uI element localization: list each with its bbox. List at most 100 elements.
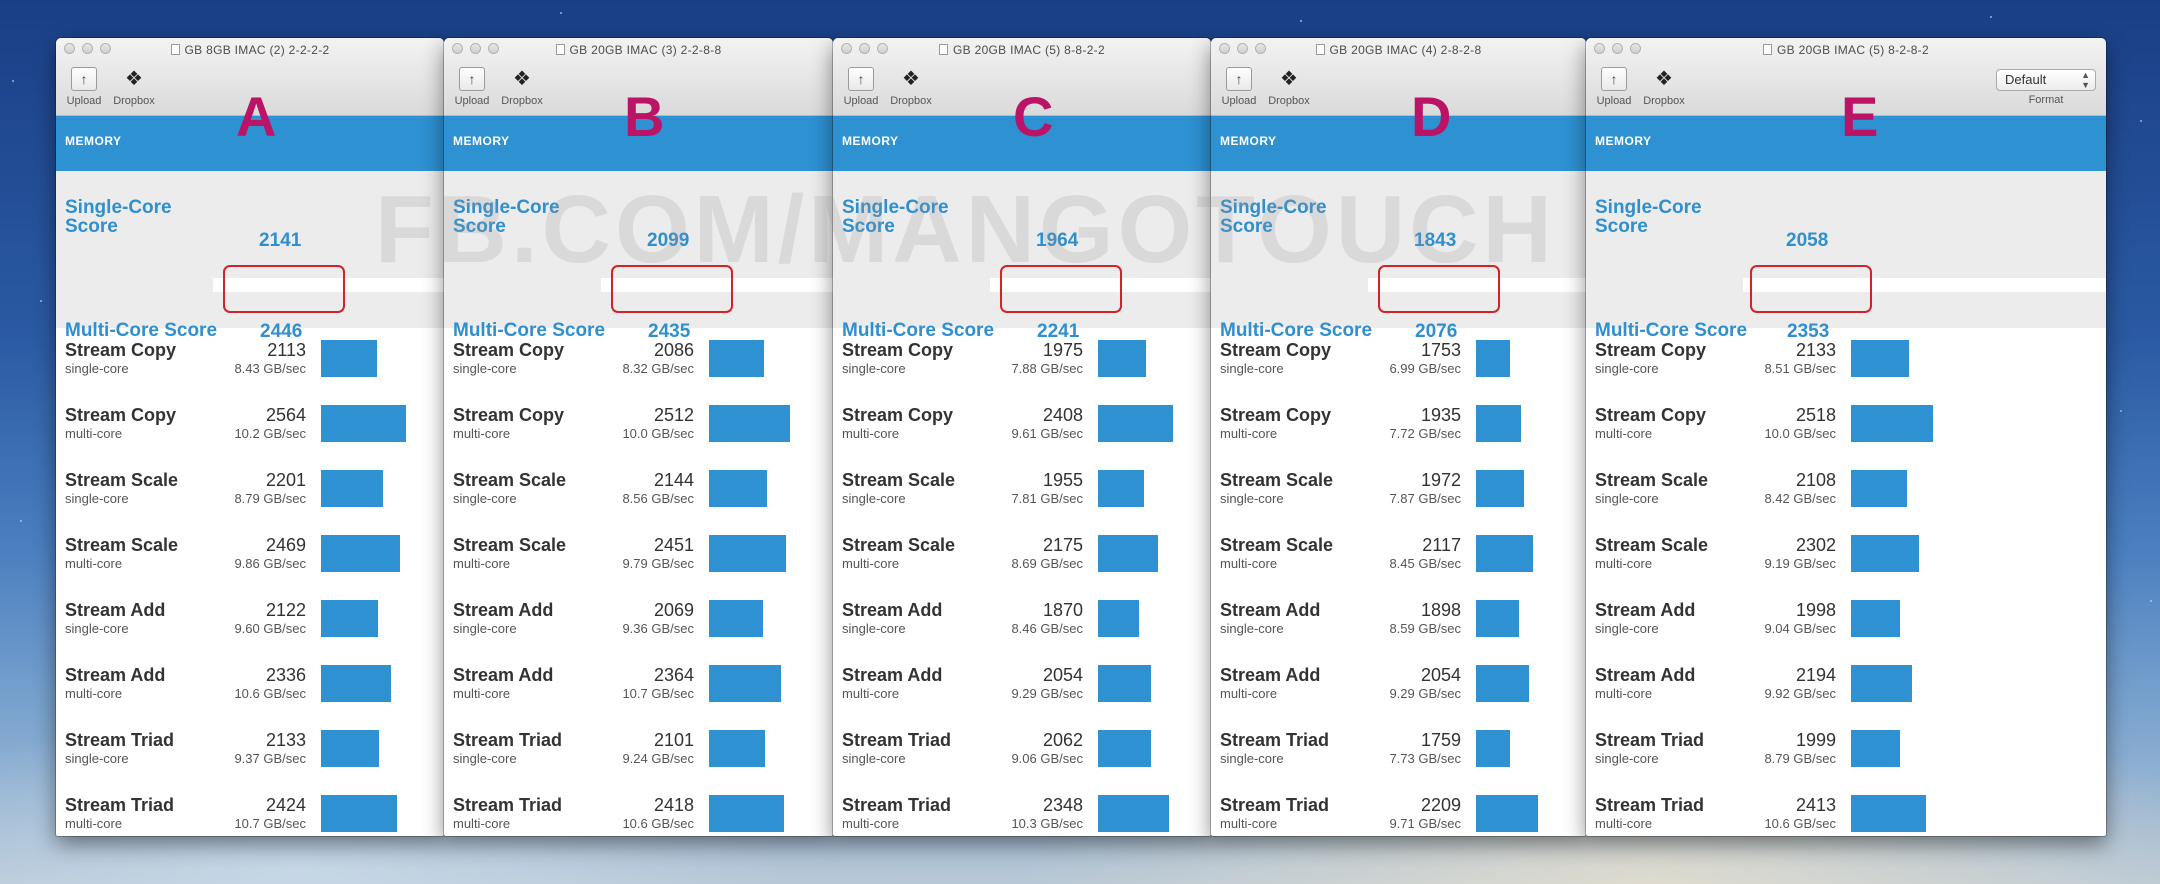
format-select[interactable]: Default ▲ ▼ [1996, 69, 2096, 91]
benchmark-bar [321, 340, 377, 377]
benchmark-row: Stream Copy single-core 2133 8.51 GB/sec [1586, 340, 2106, 400]
dropbox-button[interactable]: ❖ Dropbox [112, 66, 156, 107]
benchmark-score: 2101 [653, 730, 694, 750]
star [2150, 600, 2152, 602]
dropbox-button[interactable]: ❖ Dropbox [1267, 66, 1311, 107]
benchmark-name: Stream Copy [1220, 405, 1332, 425]
benchmark-name: Stream Scale [453, 535, 567, 555]
benchmark-bandwidth: 8.46 GB/sec [1011, 621, 1083, 636]
star [12, 80, 14, 82]
benchmark-bandwidth: 8.32 GB/sec [622, 361, 694, 376]
benchmark-window: GB 20GB IMAC (4) 2-8-2-8 ↑ Upload ❖ Dropbox M… [1211, 38, 1586, 836]
benchmark-bandwidth: 10.7 GB/sec [622, 686, 694, 701]
benchmark-bar [1851, 600, 1900, 637]
benchmark-bar [1476, 340, 1510, 377]
upload-button[interactable]: ↑ Upload [1217, 66, 1261, 107]
benchmark-score: 2062 [1042, 730, 1083, 750]
benchmark-bar [1476, 470, 1524, 507]
benchmark-name: Stream Copy [842, 405, 954, 425]
single-core-score: 1843 [1414, 230, 1457, 251]
benchmark-mode: multi-core [842, 686, 900, 701]
single-core-label: Single-Core Score [1595, 198, 1702, 236]
benchmark-score: 2086 [653, 340, 694, 360]
benchmark-bar [709, 730, 765, 767]
single-core-label: Single-Core Score [842, 198, 949, 236]
benchmark-mode: multi-core [842, 816, 900, 831]
benchmark-row: Stream Triad single-core 2101 9.24 GB/sec [444, 730, 833, 790]
upload-button[interactable]: ↑ Upload [450, 66, 494, 107]
upload-icon: ↑ [459, 67, 485, 91]
benchmark-name: Stream Triad [453, 730, 563, 750]
benchmark-bar [1098, 470, 1144, 507]
upload-label: Upload [66, 95, 102, 107]
benchmark-mode: single-core [1595, 621, 1659, 636]
benchmark-score: 2117 [1422, 535, 1461, 555]
config-letter: A [236, 85, 277, 148]
dropbox-button[interactable]: ❖ Dropbox [500, 66, 544, 107]
benchmark-name: Stream Add [1595, 665, 1696, 685]
benchmark-name: Stream Add [453, 665, 554, 685]
benchmark-name: Stream Add [1220, 600, 1321, 620]
multi-core-highlight [223, 265, 345, 313]
multi-core-highlight [611, 265, 733, 313]
multi-core-label: Multi-Core Score [453, 320, 606, 341]
dropbox-button[interactable]: ❖ Dropbox [1642, 66, 1686, 107]
benchmark-mode: single-core [1220, 491, 1284, 506]
benchmark-bandwidth: 8.56 GB/sec [622, 491, 694, 506]
benchmark-bandwidth: 10.7 GB/sec [234, 816, 306, 831]
upload-icon-wrap: ↑ [846, 66, 876, 92]
benchmark-bandwidth: 10.6 GB/sec [1764, 816, 1836, 831]
benchmark-mode: multi-core [453, 686, 511, 701]
single-core-score: 2058 [1786, 230, 1829, 251]
benchmark-name: Stream Scale [842, 535, 956, 555]
benchmark-mode: single-core [453, 361, 517, 376]
star [1300, 20, 1302, 22]
benchmark-bar [1476, 795, 1538, 832]
upload-icon-wrap: ↑ [1224, 66, 1254, 92]
benchmark-row: Stream Copy multi-core 2408 9.61 GB/sec [833, 405, 1211, 465]
upload-icon-wrap: ↑ [69, 66, 99, 92]
dropbox-label: Dropbox [113, 95, 155, 107]
document-icon [1763, 44, 1773, 55]
benchmark-row: Stream Add single-core 1870 8.46 GB/sec [833, 600, 1211, 660]
benchmark-bandwidth: 10.3 GB/sec [1011, 816, 1083, 831]
benchmark-name: Stream Scale [453, 470, 567, 490]
single-core-label: Single-Core Score [1220, 198, 1327, 236]
benchmark-name: Stream Triad [453, 795, 563, 815]
benchmark-name: Stream Copy [1595, 340, 1707, 360]
benchmark-score: 2302 [1795, 535, 1836, 555]
benchmark-row: Stream Copy single-core 1753 6.99 GB/sec [1211, 340, 1586, 400]
benchmark-row: Stream Copy single-core 2113 8.43 GB/sec [56, 340, 444, 400]
benchmark-bar [1851, 470, 1907, 507]
benchmark-row: Stream Triad multi-core 2424 10.7 GB/sec [56, 795, 444, 836]
benchmark-bar [1476, 600, 1519, 637]
benchmark-score: 2518 [1795, 405, 1836, 425]
benchmark-bandwidth: 8.69 GB/sec [1011, 556, 1083, 571]
benchmark-bar [1851, 665, 1912, 702]
benchmark-mode: multi-core [65, 816, 123, 831]
benchmark-row: Stream Copy multi-core 2512 10.0 GB/sec [444, 405, 833, 465]
benchmark-bar [1476, 405, 1521, 442]
upload-button[interactable]: ↑ Upload [62, 66, 106, 107]
dropbox-icon: ❖ [902, 68, 920, 90]
benchmark-name: Stream Copy [65, 340, 177, 360]
benchmark-window: GB 20GB IMAC (5) 8-2-8-2 ↑ Upload ❖ Dropbox D… [1586, 38, 2106, 836]
dropbox-button[interactable]: ❖ Dropbox [889, 66, 933, 107]
format-control[interactable]: Default ▲ ▼ Format [1996, 69, 2096, 106]
benchmark-score: 2194 [1795, 665, 1836, 685]
benchmark-bar [709, 795, 784, 832]
benchmark-bandwidth: 9.24 GB/sec [622, 751, 694, 766]
benchmark-score: 2209 [1420, 795, 1461, 815]
benchmark-bar [321, 730, 379, 767]
benchmark-bar [709, 405, 790, 442]
benchmark-row: Stream Add single-core 2069 9.36 GB/sec [444, 600, 833, 660]
upload-button[interactable]: ↑ Upload [1592, 66, 1636, 107]
benchmark-row: Stream Copy multi-core 2518 10.0 GB/sec [1586, 405, 2106, 465]
benchmark-score: 2054 [1042, 665, 1083, 685]
benchmark-score: 2413 [1795, 795, 1836, 815]
benchmark-window: GB 20GB IMAC (3) 2-2-8-8 ↑ Upload ❖ Dropbox M… [444, 38, 833, 836]
benchmark-row: Stream Triad single-core 2062 9.06 GB/sec [833, 730, 1211, 790]
dropbox-label: Dropbox [501, 95, 543, 107]
upload-button[interactable]: ↑ Upload [839, 66, 883, 107]
benchmark-bar [321, 600, 378, 637]
